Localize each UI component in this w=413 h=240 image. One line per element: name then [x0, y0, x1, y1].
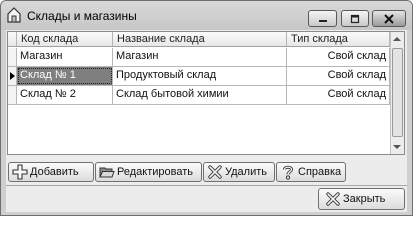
- cell-code[interactable]: Склад № 2: [17, 86, 113, 104]
- cell-type[interactable]: Свой склад: [287, 48, 390, 66]
- column-header-code[interactable]: Код склада: [17, 32, 113, 46]
- header-indicator: [8, 32, 17, 46]
- close-button[interactable]: Закрыть: [318, 188, 405, 210]
- client-area: Код склада Название склада Тип склада Ма…: [6, 30, 407, 212]
- column-header-type[interactable]: Тип склада: [287, 32, 390, 46]
- delete-button-label: Удалить: [225, 166, 267, 178]
- window-title: Склады и магазины: [27, 9, 137, 23]
- edit-button[interactable]: Редактировать: [95, 162, 202, 182]
- cell-type[interactable]: Свой склад: [287, 67, 390, 85]
- help-button-label: Справка: [298, 166, 342, 178]
- table-row[interactable]: Склад № 1 Продуктовый склад Свой склад: [8, 67, 390, 86]
- cell-code[interactable]: Магазин: [17, 48, 113, 66]
- cell-name[interactable]: Продуктовый склад: [113, 67, 287, 85]
- scroll-down-icon[interactable]: [393, 145, 401, 149]
- folder-open-icon: [99, 167, 115, 178]
- house-icon: [7, 7, 21, 23]
- title-bar: Склады и магазины: [1, 1, 412, 30]
- cell-name[interactable]: Склад бытовой химии: [113, 86, 287, 104]
- minimize-icon: [318, 19, 327, 22]
- question-icon: [283, 165, 294, 180]
- delete-button[interactable]: Удалить: [203, 162, 275, 182]
- maximize-icon: [350, 14, 360, 23]
- table-header: Код склада Название склада Тип склада: [8, 32, 390, 47]
- cell-name[interactable]: Магазин: [113, 48, 287, 66]
- close-button-label: Закрыть: [343, 193, 386, 205]
- row-indicator: [8, 48, 17, 66]
- column-header-name[interactable]: Название склада: [113, 32, 287, 46]
- add-button[interactable]: Добавить: [8, 162, 94, 182]
- vertical-scrollbar[interactable]: [390, 32, 404, 154]
- x-icon: [208, 165, 222, 179]
- help-button[interactable]: Справка: [276, 162, 346, 182]
- window-close-button[interactable]: [372, 10, 406, 27]
- plus-icon: [12, 164, 28, 180]
- close-icon: [384, 13, 394, 24]
- table-row[interactable]: Магазин Магазин Свой склад: [8, 48, 390, 67]
- x-icon: [326, 192, 340, 206]
- minimize-button[interactable]: [308, 10, 337, 27]
- cell-code[interactable]: Склад № 1: [17, 67, 113, 85]
- warehouse-table[interactable]: Код склада Название склада Тип склада Ма…: [7, 31, 405, 155]
- row-indicator: [8, 86, 17, 104]
- scroll-up-icon[interactable]: [393, 37, 401, 41]
- divider: [6, 185, 407, 186]
- row-indicator: [8, 67, 17, 85]
- window: Склады и магазины Код склада Название ск…: [0, 0, 413, 216]
- cell-type[interactable]: Свой склад: [287, 86, 390, 104]
- add-button-label: Добавить: [30, 166, 79, 178]
- current-row-arrow-icon: [10, 72, 15, 80]
- maximize-button[interactable]: [341, 10, 369, 27]
- scroll-thumb[interactable]: [392, 48, 403, 137]
- table-row[interactable]: Склад № 2 Склад бытовой химии Свой склад: [8, 86, 390, 105]
- edit-button-label: Редактировать: [117, 166, 193, 178]
